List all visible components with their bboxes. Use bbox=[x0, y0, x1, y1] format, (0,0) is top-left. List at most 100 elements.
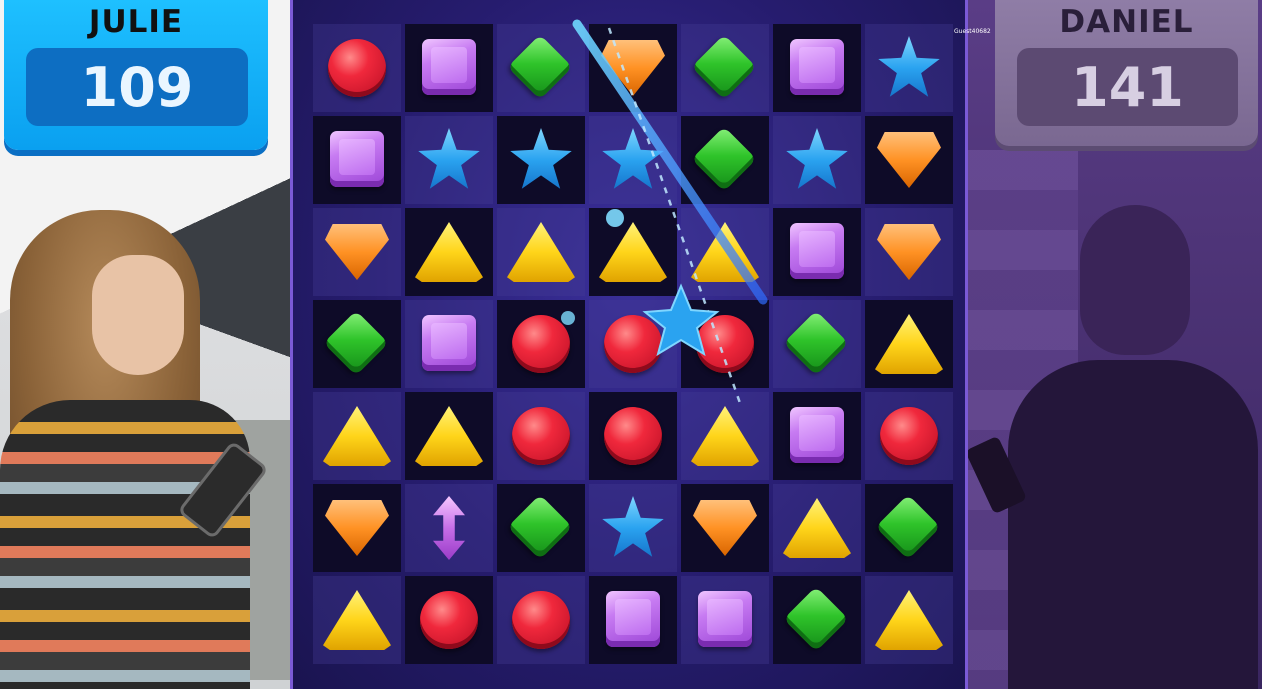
red-gem[interactable] bbox=[512, 407, 570, 465]
red-gem[interactable] bbox=[604, 407, 662, 465]
board-player-tag: Guest40682 bbox=[954, 28, 991, 35]
orange-gem[interactable] bbox=[877, 224, 941, 280]
yellow-gem[interactable] bbox=[691, 406, 759, 466]
board-cell[interactable] bbox=[405, 116, 493, 204]
board-cell[interactable] bbox=[405, 208, 493, 296]
board-cell[interactable] bbox=[589, 116, 677, 204]
purple-gem[interactable] bbox=[422, 39, 476, 95]
board-cell[interactable] bbox=[681, 24, 769, 112]
orange-gem[interactable] bbox=[325, 224, 389, 280]
game-board[interactable]: Guest40682 bbox=[290, 0, 991, 689]
green-gem[interactable] bbox=[691, 126, 757, 192]
board-cell[interactable] bbox=[589, 484, 677, 572]
board-cell[interactable] bbox=[405, 392, 493, 480]
arrow-gem[interactable] bbox=[433, 496, 465, 560]
green-gem[interactable] bbox=[691, 34, 757, 100]
board-cell[interactable] bbox=[405, 300, 493, 388]
board-cell[interactable] bbox=[681, 208, 769, 296]
red-gem[interactable] bbox=[604, 315, 662, 373]
blue-gem[interactable] bbox=[602, 496, 664, 557]
board-cell[interactable] bbox=[773, 116, 861, 204]
blue-gem[interactable] bbox=[878, 36, 940, 97]
board-cell[interactable] bbox=[497, 24, 585, 112]
green-gem[interactable] bbox=[507, 494, 573, 560]
green-gem[interactable] bbox=[783, 310, 849, 376]
board-cell[interactable] bbox=[865, 576, 953, 664]
yellow-gem[interactable] bbox=[875, 314, 943, 374]
board-cell[interactable] bbox=[497, 392, 585, 480]
blue-gem[interactable] bbox=[510, 128, 572, 189]
orange-gem[interactable] bbox=[325, 500, 389, 556]
board-cell[interactable] bbox=[681, 392, 769, 480]
green-gem[interactable] bbox=[783, 586, 849, 652]
board-cell[interactable] bbox=[865, 300, 953, 388]
board-cell[interactable] bbox=[497, 300, 585, 388]
board-cell[interactable] bbox=[589, 208, 677, 296]
blue-gem[interactable] bbox=[602, 128, 664, 189]
board-cell[interactable] bbox=[681, 484, 769, 572]
yellow-gem[interactable] bbox=[507, 222, 575, 282]
blue-gem[interactable] bbox=[418, 128, 480, 189]
yellow-gem[interactable] bbox=[415, 406, 483, 466]
board-cell[interactable] bbox=[865, 484, 953, 572]
board-cell[interactable] bbox=[589, 24, 677, 112]
yellow-gem[interactable] bbox=[415, 222, 483, 282]
board-cell[interactable] bbox=[865, 208, 953, 296]
red-gem[interactable] bbox=[512, 315, 570, 373]
yellow-gem[interactable] bbox=[783, 498, 851, 558]
blue-gem[interactable] bbox=[786, 128, 848, 189]
board-cell[interactable] bbox=[497, 576, 585, 664]
board-cell[interactable] bbox=[313, 116, 401, 204]
board-cell[interactable] bbox=[313, 484, 401, 572]
red-gem[interactable] bbox=[512, 591, 570, 649]
purple-gem[interactable] bbox=[790, 39, 844, 95]
board-cell[interactable] bbox=[405, 484, 493, 572]
purple-gem[interactable] bbox=[606, 591, 660, 647]
board-cell[interactable] bbox=[773, 576, 861, 664]
board-cell[interactable] bbox=[313, 392, 401, 480]
board-cell[interactable] bbox=[773, 484, 861, 572]
board-cell[interactable] bbox=[313, 300, 401, 388]
red-gem[interactable] bbox=[420, 591, 478, 649]
board-cell[interactable] bbox=[497, 208, 585, 296]
purple-gem[interactable] bbox=[698, 591, 752, 647]
green-gem[interactable] bbox=[875, 494, 941, 560]
board-cell[interactable] bbox=[589, 576, 677, 664]
board-cell[interactable] bbox=[589, 300, 677, 388]
yellow-gem[interactable] bbox=[323, 406, 391, 466]
orange-gem[interactable] bbox=[601, 40, 665, 96]
board-cell[interactable] bbox=[681, 576, 769, 664]
board-cell[interactable] bbox=[405, 576, 493, 664]
board-cell[interactable] bbox=[773, 208, 861, 296]
yellow-gem[interactable] bbox=[691, 222, 759, 282]
board-cell[interactable] bbox=[681, 116, 769, 204]
orange-gem[interactable] bbox=[877, 132, 941, 188]
board-cell[interactable] bbox=[865, 392, 953, 480]
board-cell[interactable] bbox=[589, 392, 677, 480]
red-gem[interactable] bbox=[328, 39, 386, 97]
red-gem[interactable] bbox=[880, 407, 938, 465]
board-cell[interactable] bbox=[865, 24, 953, 112]
board-cell[interactable] bbox=[773, 392, 861, 480]
board-cell[interactable] bbox=[313, 208, 401, 296]
board-cell[interactable] bbox=[681, 300, 769, 388]
board-cell[interactable] bbox=[773, 300, 861, 388]
yellow-gem[interactable] bbox=[875, 590, 943, 650]
board-cell[interactable] bbox=[313, 24, 401, 112]
board-cell[interactable] bbox=[405, 24, 493, 112]
yellow-gem[interactable] bbox=[323, 590, 391, 650]
yellow-gem[interactable] bbox=[599, 222, 667, 282]
purple-gem[interactable] bbox=[330, 131, 384, 187]
board-cell[interactable] bbox=[865, 116, 953, 204]
purple-gem[interactable] bbox=[422, 315, 476, 371]
purple-gem[interactable] bbox=[790, 407, 844, 463]
green-gem[interactable] bbox=[323, 310, 389, 376]
purple-gem[interactable] bbox=[790, 223, 844, 279]
board-cell[interactable] bbox=[773, 24, 861, 112]
red-gem[interactable] bbox=[696, 315, 754, 373]
board-cell[interactable] bbox=[313, 576, 401, 664]
board-cell[interactable] bbox=[497, 116, 585, 204]
orange-gem[interactable] bbox=[693, 500, 757, 556]
board-cell[interactable] bbox=[497, 484, 585, 572]
green-gem[interactable] bbox=[507, 34, 573, 100]
